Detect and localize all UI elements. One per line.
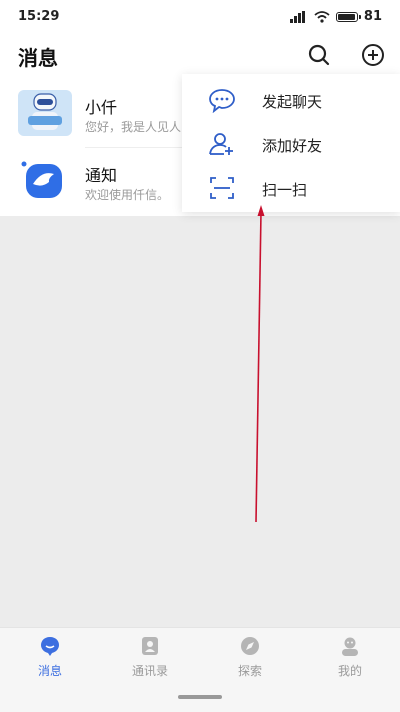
chat-bubble-icon [209,89,235,113]
battery-icon [335,11,361,22]
tab-label: 探索 [237,664,262,678]
status-icons: 81 [289,9,382,24]
conversation-name: 小仟 [85,98,118,117]
status-bar: 15:29 81 [0,0,400,34]
tab-contacts[interactable]: 通讯录 [110,636,190,686]
add-user-icon [209,133,233,155]
contacts-icon [142,637,158,655]
tab-label: 我的 [337,664,362,678]
tab-messages[interactable]: 消息 [10,636,90,686]
status-time: 15:29 [18,9,60,24]
menu-item-start-chat[interactable]: 发起聊天 [182,78,400,122]
menu-item-label: 发起聊天 [262,93,323,111]
tab-label: 通讯录 [131,664,168,678]
bird-avatar [21,161,62,198]
menu-item-scan[interactable]: 扫一扫 [182,166,400,210]
battery-level: 81 [363,9,382,24]
tab-explore[interactable]: 探索 [210,636,290,686]
compass-icon [241,637,259,655]
page-title: 消息 [18,46,58,70]
conversation-name: 通知 [85,166,118,185]
wifi-icon [314,10,330,23]
search-icon[interactable] [306,42,332,68]
menu-item-add-friend[interactable]: 添加好友 [182,122,400,166]
menu-item-label: 添加好友 [262,137,323,155]
tab-profile[interactable]: 我的 [310,636,390,686]
profile-icon [342,637,358,656]
chat-icon [41,637,59,656]
signal-icon [289,10,305,23]
plus-circle-icon[interactable] [360,42,386,68]
menu-item-label: 扫一扫 [262,181,308,199]
robot-avatar [18,90,72,136]
add-popup-menu: 发起聊天 添加好友 扫一扫 [182,74,400,212]
bottom-tab-bar: 消息 通讯录 探索 我的 [0,627,400,712]
scan-icon [210,177,234,199]
home-indicator[interactable] [178,695,222,699]
tab-label: 消息 [37,664,62,678]
conversation-preview: 您好，我是人见人 [85,120,182,134]
conversation-preview: 欢迎使用仟信。 [85,188,170,202]
